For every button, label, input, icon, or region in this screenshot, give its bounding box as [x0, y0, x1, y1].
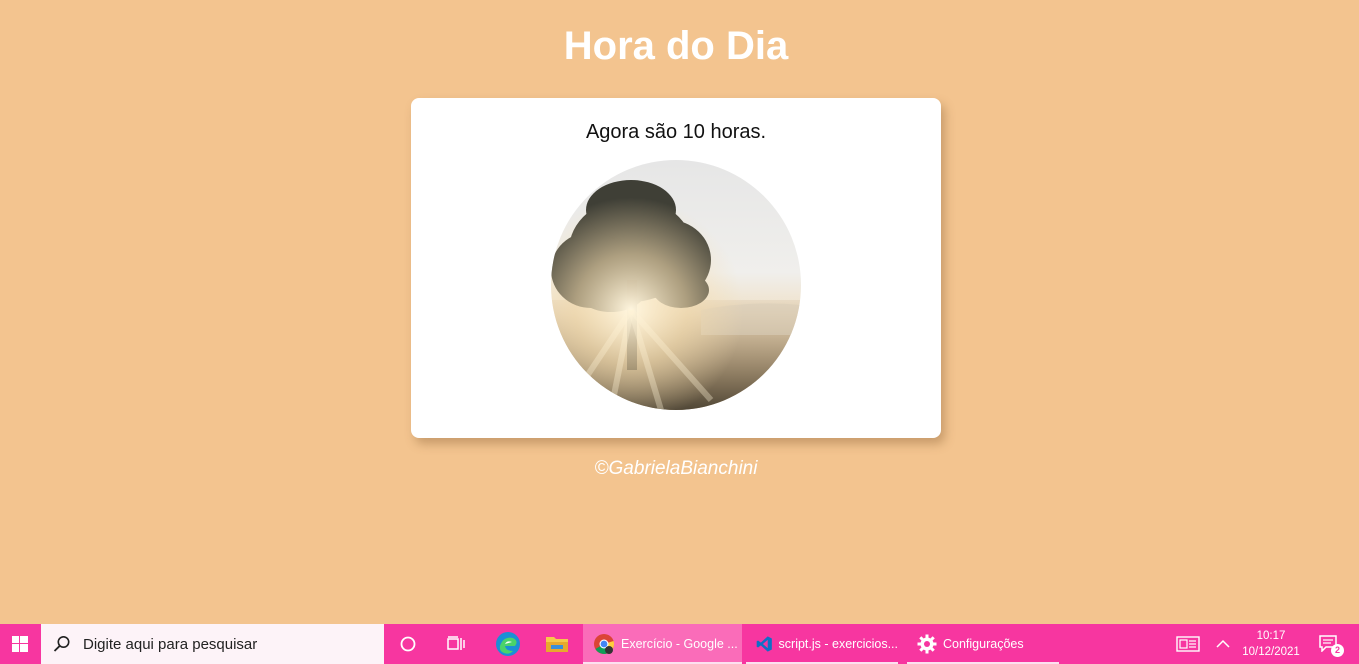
news-icon	[1176, 636, 1200, 652]
edge-button[interactable]	[487, 624, 529, 664]
taskbar-app-label: script.js - exercicios...	[778, 637, 898, 651]
morning-tree-photo	[551, 160, 801, 410]
cortana-icon	[400, 636, 416, 652]
hour-card: Agora são 10 horas.	[411, 98, 941, 438]
file-explorer-button[interactable]	[536, 624, 578, 664]
taskbar-app-vscode[interactable]: script.js - exercicios...	[746, 624, 898, 664]
taskbar-app-settings[interactable]: Configurações	[907, 624, 1059, 664]
start-button[interactable]	[0, 624, 40, 664]
task-view-button[interactable]	[436, 624, 476, 664]
cortana-button[interactable]	[388, 624, 428, 664]
folder-icon	[546, 637, 568, 652]
show-hidden-icons-button[interactable]	[1210, 624, 1236, 664]
taskbar-search-input[interactable]: Digite aqui para pesquisar	[41, 624, 384, 664]
notification-center-button[interactable]: 2	[1314, 624, 1344, 664]
taskbar: Digite aqui para pesquisar Exercício - G…	[0, 624, 1359, 664]
notification-badge: 2	[1331, 644, 1344, 657]
clock-time: 10:17	[1256, 630, 1286, 642]
clock-date: 10/12/2021	[1242, 646, 1300, 658]
taskbar-app-label: Exercício - Google ...	[621, 637, 738, 651]
page-title: Hora do Dia	[563, 24, 789, 68]
taskbar-app-label: Configurações	[943, 637, 1024, 651]
footer-credit: ©GabrielaBianchini	[594, 458, 758, 479]
taskbar-clock[interactable]: 10:17 10/12/2021	[1236, 624, 1306, 664]
news-button[interactable]	[1172, 624, 1204, 664]
chevron-up-icon	[1216, 639, 1230, 648]
windows-icon	[12, 636, 28, 652]
edge-icon	[496, 632, 520, 656]
vscode-icon	[756, 636, 772, 652]
search-placeholder: Digite aqui para pesquisar	[83, 635, 258, 653]
taskbar-app-chrome[interactable]: Exercício - Google ...	[583, 624, 742, 664]
search-icon	[53, 636, 70, 652]
gear-icon	[917, 634, 937, 654]
task-view-icon	[447, 636, 465, 650]
hour-message: Agora são 10 horas.	[585, 121, 767, 143]
chrome-icon	[594, 634, 615, 654]
